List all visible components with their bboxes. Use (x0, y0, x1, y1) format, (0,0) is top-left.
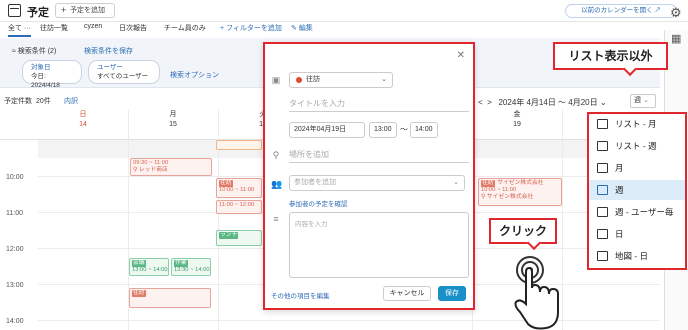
participants-placeholder: 参加者を追加 (294, 179, 336, 186)
tab-team-only[interactable]: チーム員のみ (164, 23, 206, 33)
view-dropdown: リスト - 月 リスト - 週 月 週 週 - ユーザー毎 日 地図 - 日 (587, 112, 687, 270)
view-tabs: 全て ··· 往訪一覧 cyzen 日次報告 チーム員のみ + フィルターを追加… (0, 23, 660, 37)
calendar-event[interactable]: 作業 13:30 ~ 14:00 (171, 258, 211, 276)
calendar-icon (8, 4, 21, 17)
event-dialog: ✕ ▣ 往訪 ⌄ タイトルを入力 2024年04月19日 13:00 〜 14:0… (263, 42, 475, 310)
time-label: 13:00 (6, 282, 24, 289)
calendar-event[interactable] (216, 140, 262, 150)
user-filter-label: ユーザー (97, 64, 123, 71)
day-header: 月 15 (169, 111, 177, 128)
calendar-event[interactable]: 往訪 (129, 288, 211, 308)
map-icon (597, 251, 608, 261)
title-input[interactable]: タイトルを入力 (289, 96, 469, 112)
location-icon: ⚲ (272, 150, 280, 160)
date-field[interactable]: 2024年04月19日 (289, 122, 365, 138)
list-icon (597, 141, 608, 151)
grid-icon[interactable]: ▦ (671, 32, 681, 45)
participants-input[interactable]: 参加者を追加 ⌄ (289, 175, 465, 191)
notes-icon: ≡ (273, 214, 279, 224)
top-bar: 予定 + 予定を追加 以前のカレンダーを開く ↗ ⚙ (0, 0, 688, 22)
content-textarea[interactable]: 内容を入力 (289, 212, 469, 278)
search-options-link[interactable]: 検索オプション (170, 70, 219, 80)
time-separator: 〜 (400, 125, 408, 134)
page-title: 予定 (27, 7, 49, 19)
view-selector[interactable]: 週 ⌄ (630, 94, 656, 108)
view-selector-value: 週 (634, 97, 641, 104)
chevron-down-icon: ⌄ (642, 97, 649, 104)
grid-icon (597, 163, 608, 173)
view-option-day[interactable]: 日 (589, 224, 685, 244)
calendar-event[interactable]: ランチ (216, 230, 262, 246)
event-type-select[interactable]: 往訪 ⌄ (289, 72, 393, 88)
day-icon (597, 229, 608, 239)
location-icon: ⚲ レッド商店 (133, 167, 168, 173)
time-label: 10:00 (6, 174, 24, 181)
view-option-month[interactable]: 月 (589, 158, 685, 178)
filter-conditions-toggle[interactable]: ≈ 検索条件 (2) (12, 46, 56, 56)
view-option-map-day[interactable]: 地図 - 日 (589, 246, 685, 266)
start-time-field[interactable]: 13:00 (369, 122, 397, 138)
save-filter-link[interactable]: 検索条件を保存 (84, 46, 133, 56)
event-count-label: 予定件数 (4, 98, 32, 105)
add-event-button[interactable]: + 予定を追加 (55, 3, 115, 18)
week-range-label: 2024年 4月14日 〜 4月20日 (498, 98, 598, 107)
edit-tabs-link[interactable]: ✎ 編集 (291, 23, 313, 33)
day-header: 金 19 (513, 111, 521, 128)
day-header: 日 14 (79, 111, 87, 128)
view-option-list-month[interactable]: リスト - 月 (589, 114, 685, 134)
cancel-button[interactable]: キャンセル (383, 286, 431, 301)
open-previous-calendar-button[interactable]: 以前のカレンダーを開く ↗ (565, 4, 677, 18)
event-count: 20件 (36, 98, 51, 105)
end-time-field[interactable]: 14:00 (410, 122, 438, 138)
callout-click: クリック (489, 218, 557, 244)
hand-pointer-icon (514, 256, 559, 330)
time-label: 14:00 (6, 318, 24, 325)
add-filter-link[interactable]: + フィルターを追加 (220, 23, 282, 33)
date-filter-pill[interactable]: 対象日 今日: 2024/4/18 (22, 60, 82, 89)
prev-week-icon[interactable]: < (478, 98, 483, 107)
chevron-down-icon: ⌄ (381, 76, 387, 83)
tab-visit-list[interactable]: 往訪一覧 (40, 23, 68, 33)
calendar-event[interactable]: 会議 13:00 ~ 14:00 (129, 258, 169, 276)
week-range: < > 2024年 4月14日 〜 4月20日 ⌄ (478, 97, 607, 108)
user-filter-pill[interactable]: ユーザー すべてのユーザー (88, 60, 160, 84)
add-event-label: 予定を追加 (70, 7, 105, 14)
week-icon (597, 185, 608, 195)
view-option-week[interactable]: 週 (589, 180, 685, 200)
breakdown-link[interactable]: 内訳 (64, 96, 78, 106)
gear-icon[interactable]: ⚙ (670, 6, 684, 20)
chevron-down-icon[interactable]: ⌄ (600, 98, 607, 107)
view-option-week-per-user[interactable]: 週 - ユーザー毎 (589, 202, 685, 222)
calendar-event[interactable]: 09:30 ~ 11:00 ⚲ レッド商店 (130, 158, 212, 176)
save-button[interactable]: 保存 (438, 286, 466, 301)
edit-more-fields-link[interactable]: その他の項目を編集 (271, 290, 330, 300)
tab-cyzen[interactable]: cyzen (84, 23, 102, 30)
calendar-icon: ▣ (271, 75, 281, 85)
grid-icon (597, 207, 608, 217)
view-option-list-week[interactable]: リスト - 週 (589, 136, 685, 156)
next-week-icon[interactable]: > (487, 98, 492, 107)
tab-all[interactable]: 全て ··· (8, 23, 31, 37)
plus-icon: + (61, 5, 67, 15)
calendar-event[interactable]: 往訪 10:00 ~ 11:00 (216, 178, 262, 198)
event-type-value: 往訪 (306, 76, 320, 83)
close-icon[interactable]: ✕ (457, 50, 465, 61)
user-filter-value: すべてのユーザー (97, 73, 149, 80)
time-column: 10:00 11:00 12:00 13:00 14:00 (0, 140, 38, 330)
chevron-down-icon: ⌄ (453, 179, 459, 186)
type-color-dot (296, 77, 302, 83)
location-input[interactable]: 場所を追加 (289, 147, 469, 163)
location-icon: ⚲ サイゼン株式会社 (481, 194, 534, 200)
callout-list-view: リスト表示以外 (553, 42, 668, 70)
time-label: 12:00 (6, 246, 24, 253)
time-label: 11:00 (6, 210, 23, 217)
tab-daily-report[interactable]: 日次報告 (119, 23, 147, 33)
list-icon (597, 119, 608, 129)
date-filter-label: 対象日 (31, 64, 51, 71)
users-icon: 👥 (271, 179, 283, 189)
calendar-event[interactable]: 往訪 サイゼン株式会社 10:00 ~ 11:00 ⚲ サイゼン株式会社 (478, 178, 562, 206)
calendar-event[interactable]: 11:00 ~ 12:00 (216, 200, 262, 214)
check-participants-link[interactable]: 参加者の予定を確認 (289, 198, 348, 208)
date-filter-value: 今日: 2024/4/18 (31, 73, 60, 89)
